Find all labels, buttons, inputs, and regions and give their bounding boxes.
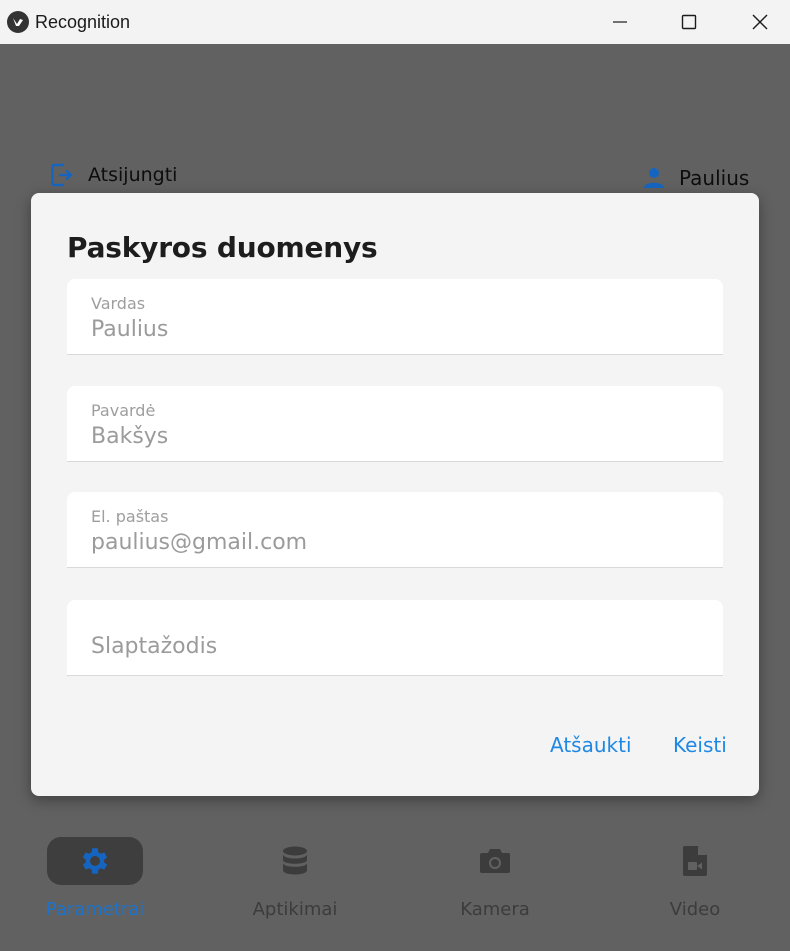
nav-label-parametrai: Parametrai xyxy=(45,899,145,920)
email-field[interactable]: El. paštas paulius@gmail.com xyxy=(67,492,723,568)
password-field[interactable]: Slaptažodis xyxy=(67,600,723,676)
window-titlebar: Recognition xyxy=(0,0,790,44)
nav-item-parametrai[interactable]: Parametrai xyxy=(5,837,185,920)
video-file-icon xyxy=(683,846,707,876)
gear-icon xyxy=(82,848,108,874)
app-logo-icon xyxy=(7,11,29,33)
last-name-field[interactable]: Pavardė Bakšys xyxy=(67,386,723,462)
logout-button[interactable]: Atsijungti xyxy=(50,162,177,188)
nav-item-kamera[interactable]: Kamera xyxy=(405,837,585,920)
minimize-button[interactable] xyxy=(597,0,643,44)
nav-active-indicator xyxy=(47,837,143,885)
close-button[interactable] xyxy=(737,0,783,44)
window-title: Recognition xyxy=(35,12,131,32)
user-account[interactable]: Paulius xyxy=(643,166,749,190)
database-icon xyxy=(283,846,307,875)
last-name-label: Pavardė xyxy=(91,401,156,420)
logout-icon xyxy=(51,163,73,187)
account-dialog: Paskyros duomenys Vardas Paulius Pavardė… xyxy=(31,193,759,796)
change-button[interactable]: Keisti xyxy=(673,733,727,757)
maximize-button[interactable] xyxy=(666,0,712,44)
camera-icon xyxy=(480,849,510,873)
cancel-button[interactable]: Atšaukti xyxy=(550,733,632,757)
password-placeholder: Slaptažodis xyxy=(91,634,218,659)
nav-item-video[interactable]: Video xyxy=(605,837,785,920)
person-icon xyxy=(644,168,664,188)
nav-label-aptikimai: Aptikimai xyxy=(252,899,338,920)
nav-label-video: Video xyxy=(669,899,721,920)
first-name-field[interactable]: Vardas Paulius xyxy=(67,279,723,355)
first-name-label: Vardas xyxy=(91,294,146,313)
nav-label-kamera: Kamera xyxy=(460,899,530,920)
user-name: Paulius xyxy=(679,166,750,190)
last-name-value: Bakšys xyxy=(91,424,169,449)
first-name-value: Paulius xyxy=(91,317,169,342)
dialog-title: Paskyros duomenys xyxy=(67,231,378,264)
email-label: El. paštas xyxy=(91,507,169,526)
logout-label: Atsijungti xyxy=(88,164,178,186)
nav-item-aptikimai[interactable]: Aptikimai xyxy=(205,837,385,920)
bottom-navigation: Parametrai Aptikimai Kamera Video xyxy=(0,821,790,951)
email-value: paulius@gmail.com xyxy=(91,530,308,555)
